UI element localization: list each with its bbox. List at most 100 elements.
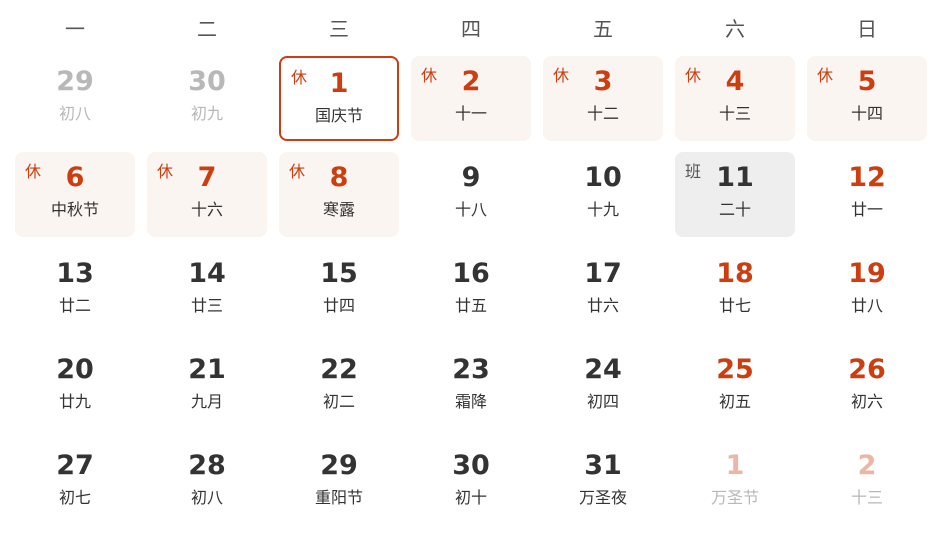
day-cell[interactable]: 休 6 中秋节	[15, 152, 135, 237]
lunar-date: 九月	[190, 392, 223, 411]
day-number: 18	[716, 258, 754, 289]
day-cell[interactable]: 20 廿九	[15, 344, 135, 429]
lunar-date: 初九	[190, 104, 223, 123]
day-cell[interactable]: 19 廿八	[807, 248, 927, 333]
weekday-label: 四	[461, 16, 481, 41]
day-cell[interactable]: 休 2 十一	[411, 56, 531, 141]
lunar-date: 初四	[586, 392, 619, 411]
lunar-date: 万圣夜	[578, 488, 627, 507]
lunar-date: 十四	[850, 104, 883, 123]
lunar-date: 初八	[58, 104, 91, 123]
day-cell[interactable]: 26 初六	[807, 344, 927, 429]
day-cell[interactable]: 28 初八	[147, 440, 267, 525]
day-cell[interactable]: 25 初五	[675, 344, 795, 429]
weekday-label: 二	[197, 16, 217, 41]
lunar-date: 国庆节	[314, 106, 363, 125]
lunar-date: 廿一	[850, 200, 883, 219]
day-number: 21	[188, 354, 226, 385]
day-cell[interactable]: 18 廿七	[675, 248, 795, 333]
lunar-date: 霜降	[454, 392, 487, 411]
day-number: 15	[320, 258, 358, 289]
day-cell[interactable]: 17 廿六	[543, 248, 663, 333]
day-number: 29	[56, 66, 94, 97]
day-cell[interactable]: 12 廿一	[807, 152, 927, 237]
day-cell[interactable]: 21 九月	[147, 344, 267, 429]
day-number: 27	[56, 450, 94, 481]
day-cell[interactable]: 24 初四	[543, 344, 663, 429]
day-number: 9	[461, 162, 481, 193]
lunar-date: 廿七	[718, 296, 751, 315]
lunar-date: 初八	[190, 488, 223, 507]
day-number: 7	[197, 162, 217, 193]
day-number: 24	[584, 354, 622, 385]
day-number: 5	[857, 66, 877, 97]
day-cell[interactable]: 10 十九	[543, 152, 663, 237]
day-number: 26	[848, 354, 886, 385]
lunar-date: 十二	[586, 104, 619, 123]
lunar-date: 廿八	[850, 296, 883, 315]
day-number: 20	[56, 354, 94, 385]
day-number: 3	[593, 66, 613, 97]
day-cell[interactable]: 30 初十	[411, 440, 531, 525]
day-number: 1	[329, 68, 349, 99]
day-number: 11	[716, 162, 754, 193]
day-number: 16	[452, 258, 490, 289]
lunar-date: 中秋节	[50, 200, 99, 219]
day-cell[interactable]: 30 初九	[147, 56, 267, 141]
day-cell[interactable]: 休 8 寒露	[279, 152, 399, 237]
day-cell[interactable]: 休 4 十三	[675, 56, 795, 141]
lunar-date: 廿九	[58, 392, 91, 411]
lunar-date: 初十	[454, 488, 487, 507]
day-cell[interactable]: 29 重阳节	[279, 440, 399, 525]
day-number: 30	[188, 66, 226, 97]
lunar-date: 廿三	[190, 296, 223, 315]
weekday-label: 日	[857, 16, 877, 41]
day-number: 31	[584, 450, 622, 481]
day-number: 25	[716, 354, 754, 385]
weekday-label: 三	[329, 16, 349, 41]
lunar-date: 十三	[718, 104, 751, 123]
day-number: 13	[56, 258, 94, 289]
lunar-date: 寒露	[322, 200, 355, 219]
lunar-date: 十六	[190, 200, 223, 219]
lunar-date: 十一	[454, 104, 487, 123]
day-cell[interactable]: 16 廿五	[411, 248, 531, 333]
lunar-date: 初六	[850, 392, 883, 411]
lunar-date: 二十	[718, 200, 751, 219]
day-cell[interactable]: 23 霜降	[411, 344, 531, 429]
day-cell[interactable]: 29 初八	[15, 56, 135, 141]
day-cell[interactable]: 9 十八	[411, 152, 531, 237]
day-number: 22	[320, 354, 358, 385]
day-cell[interactable]: 22 初二	[279, 344, 399, 429]
day-cell[interactable]: 1 万圣节	[675, 440, 795, 525]
day-number: 1	[725, 450, 745, 481]
day-cell[interactable]: 14 廿三	[147, 248, 267, 333]
day-cell[interactable]: 27 初七	[15, 440, 135, 525]
lunar-date: 廿二	[58, 296, 91, 315]
day-number: 19	[848, 258, 886, 289]
day-number: 6	[65, 162, 85, 193]
lunar-date: 十三	[850, 488, 883, 507]
day-cell[interactable]: 15 廿四	[279, 248, 399, 333]
day-number: 10	[584, 162, 622, 193]
calendar-grid: 29 初八 30 初九休 1 国庆节休 2 十一休 3 十二休 4 十三休 5 十四休 6 中秋节休 7 十六休 8…	[9, 55, 933, 535]
day-number: 12	[848, 162, 886, 193]
day-number: 4	[725, 66, 745, 97]
lunar-date: 万圣节	[710, 488, 759, 507]
day-cell[interactable]: 休 5 十四	[807, 56, 927, 141]
day-number: 8	[329, 162, 349, 193]
day-cell[interactable]: 2 十三	[807, 440, 927, 525]
day-cell[interactable]: 休 7 十六	[147, 152, 267, 237]
day-cell[interactable]: 休 3 十二	[543, 56, 663, 141]
day-number: 29	[320, 450, 358, 481]
day-cell[interactable]: 13 廿二	[15, 248, 135, 333]
day-cell[interactable]: 班 11 二十	[675, 152, 795, 237]
lunar-date: 廿六	[586, 296, 619, 315]
weekday-label: 五	[593, 16, 613, 41]
lunar-date: 十八	[454, 200, 487, 219]
weekday-label: 六	[725, 16, 745, 41]
day-cell[interactable]: 31 万圣夜	[543, 440, 663, 525]
lunar-date: 廿四	[322, 296, 355, 315]
day-cell[interactable]: 休 1 国庆节	[279, 56, 399, 141]
day-number: 2	[461, 66, 481, 97]
